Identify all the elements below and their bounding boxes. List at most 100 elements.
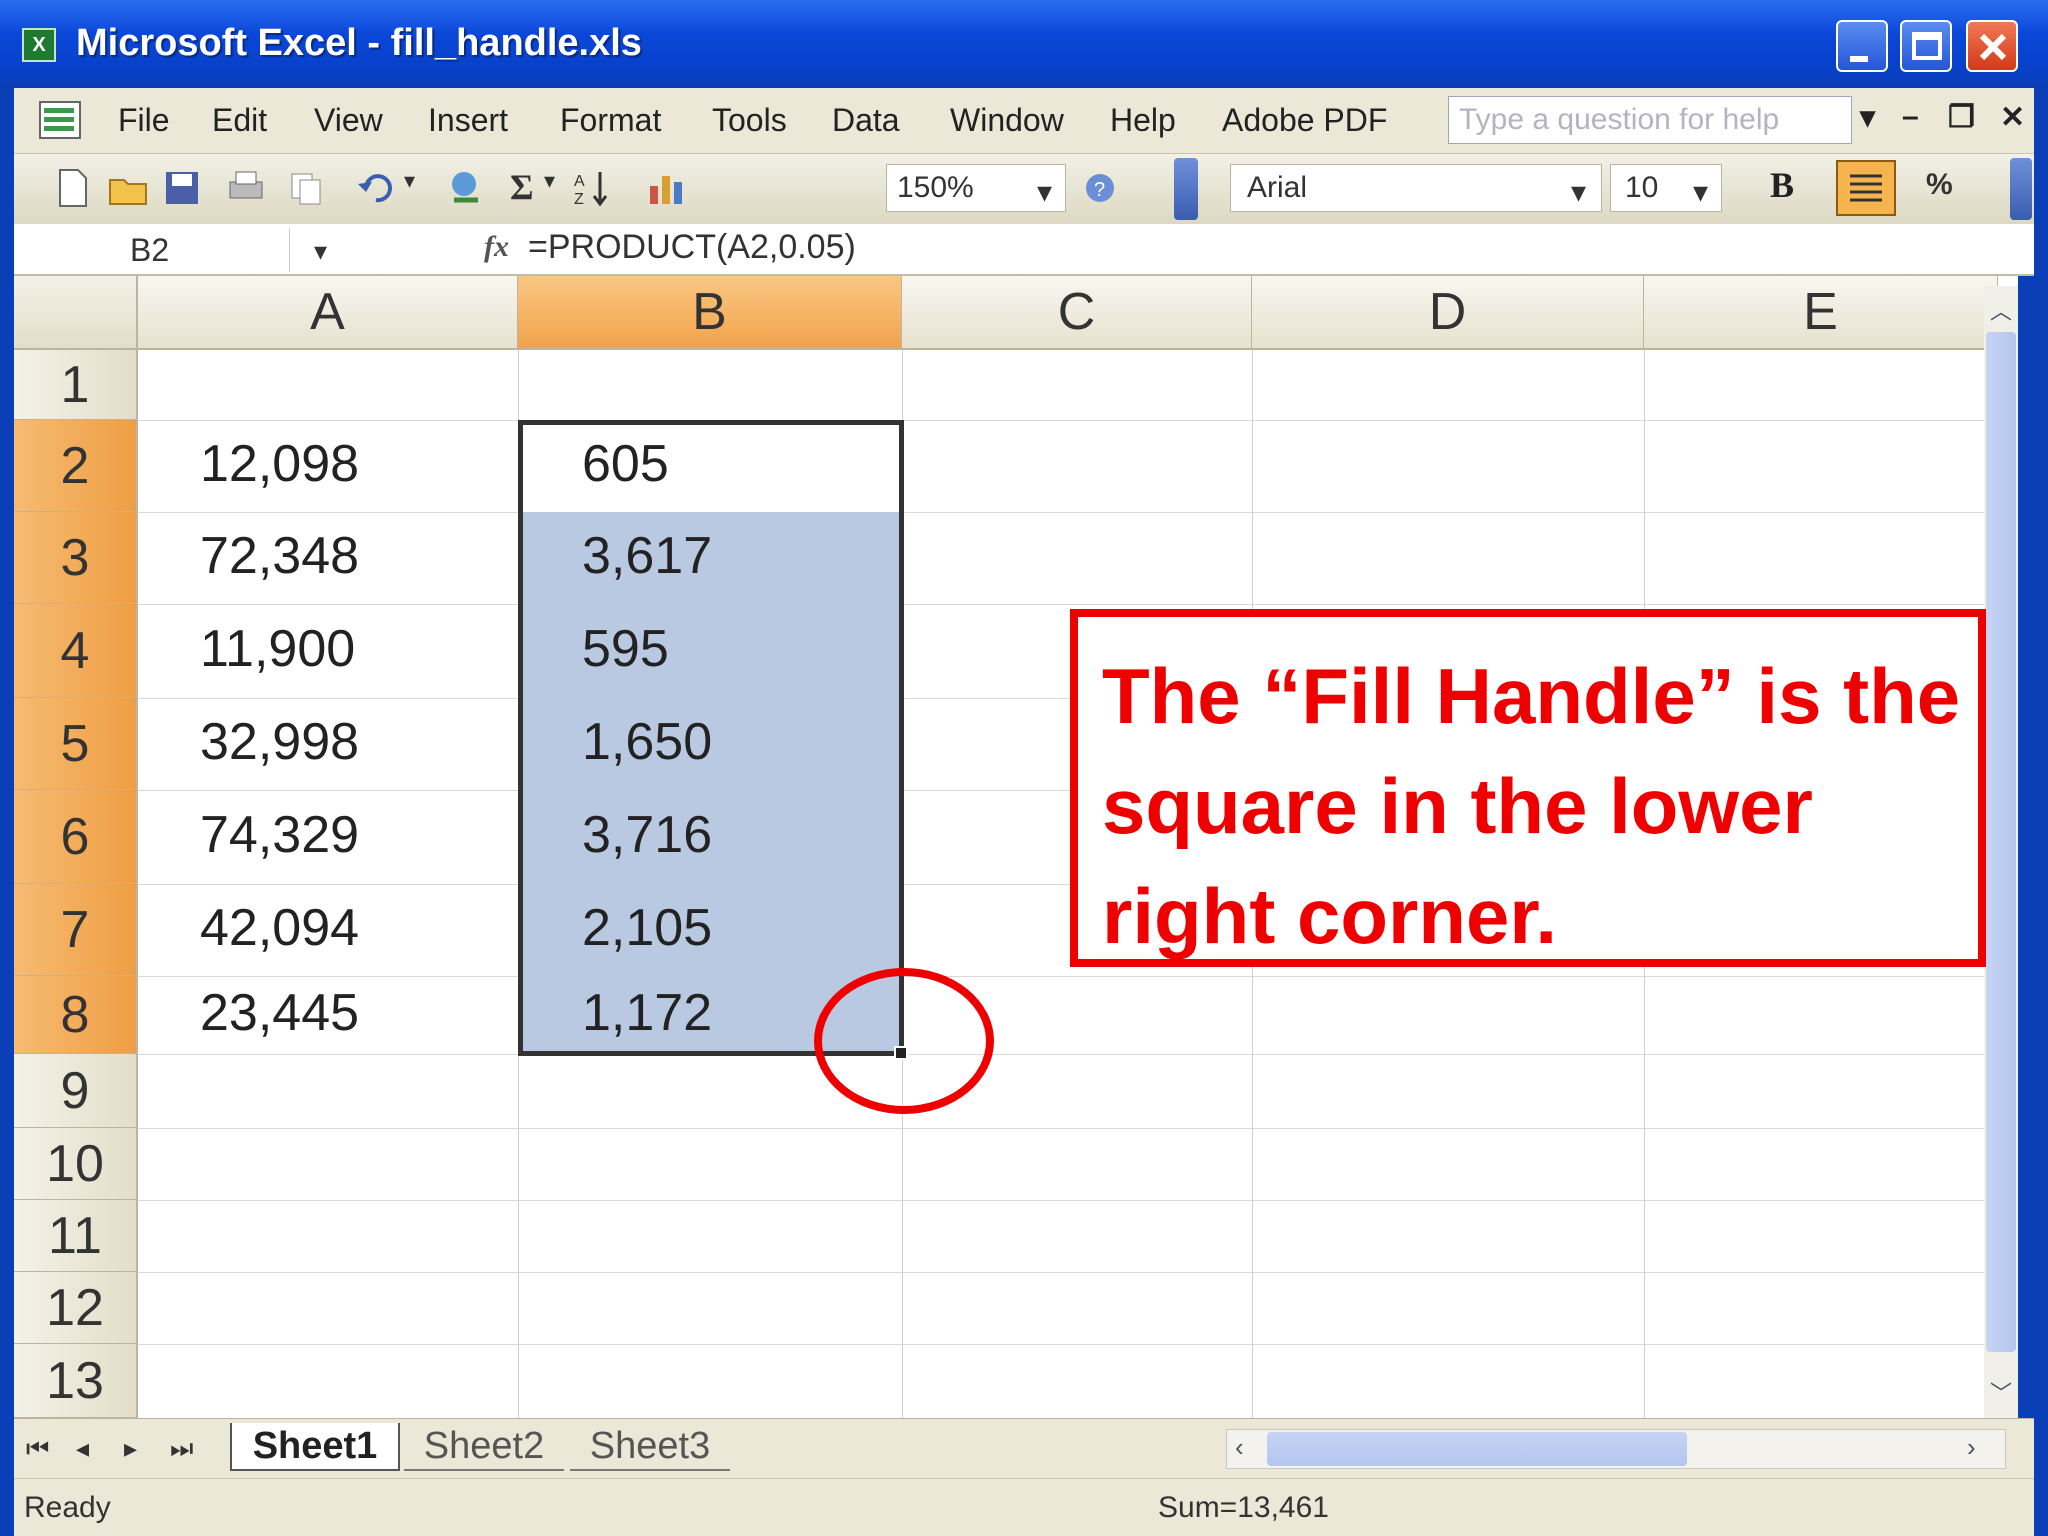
- column-header-c[interactable]: C: [902, 276, 1252, 350]
- zoom-select[interactable]: 150% ▾: [886, 164, 1066, 212]
- row-header-7[interactable]: 7: [14, 884, 138, 976]
- menu-data[interactable]: Data: [832, 102, 900, 139]
- annotation-circle: [814, 968, 994, 1114]
- row-header-11[interactable]: 11: [14, 1200, 138, 1272]
- cell-a6[interactable]: 74,329: [200, 805, 359, 865]
- menu-edit[interactable]: Edit: [212, 102, 267, 139]
- print-icon[interactable]: [224, 166, 268, 210]
- sheet-tab-bar: ⏮ ◂ ▸ ⏭ Sheet1 Sheet2 Sheet3 ‹ ›: [14, 1418, 2034, 1478]
- menu-insert[interactable]: Insert: [428, 102, 508, 139]
- svg-text:Z: Z: [574, 191, 584, 208]
- percent-style-button[interactable]: %: [1926, 168, 1953, 202]
- row-gridline: [138, 1344, 1998, 1345]
- undo-icon[interactable]: [354, 166, 398, 210]
- row-header-3[interactable]: 3: [14, 512, 138, 604]
- hyperlink-icon[interactable]: [444, 166, 488, 210]
- scroll-up-icon[interactable]: ︿: [1990, 294, 2012, 326]
- close-button[interactable]: [1966, 20, 2018, 72]
- save-icon[interactable]: [160, 166, 204, 210]
- minimize-icon: [1850, 56, 1868, 62]
- row-header-5[interactable]: 5: [14, 698, 138, 790]
- cell-a8[interactable]: 23,445: [200, 983, 359, 1043]
- autosum-icon[interactable]: Σ: [510, 166, 534, 208]
- row-header-6[interactable]: 6: [14, 790, 138, 884]
- row-header-10[interactable]: 10: [14, 1128, 138, 1200]
- svg-text:A: A: [574, 173, 585, 190]
- next-sheet-icon[interactable]: ▸: [124, 1433, 137, 1464]
- doc-minimize-icon[interactable]: –: [1902, 100, 1919, 134]
- chart-wizard-icon[interactable]: [644, 166, 688, 210]
- open-folder-icon[interactable]: [106, 166, 150, 210]
- cell-a3[interactable]: 72,348: [200, 526, 359, 586]
- menu-file[interactable]: File: [118, 102, 170, 139]
- row-gridline: [138, 1128, 1998, 1129]
- sheet-tab-sheet1[interactable]: Sheet1: [230, 1423, 400, 1471]
- formula-input[interactable]: =PRODUCT(A2,0.05): [528, 228, 856, 267]
- cell-a2[interactable]: 12,098: [200, 434, 359, 494]
- first-sheet-icon[interactable]: ⏮: [26, 1433, 49, 1465]
- column-header-e[interactable]: E: [1644, 276, 1998, 350]
- menu-tools[interactable]: Tools: [712, 102, 787, 139]
- doc-restore-icon[interactable]: ❐: [1948, 100, 1975, 135]
- scroll-right-icon[interactable]: ›: [1967, 1432, 1976, 1463]
- name-box-value: B2: [130, 232, 170, 268]
- font-name-select[interactable]: Arial ▾: [1230, 164, 1602, 212]
- menu-view[interactable]: View: [314, 102, 383, 139]
- align-button[interactable]: [1836, 160, 1896, 216]
- vertical-scrollbar[interactable]: ︿ ﹀: [1984, 286, 2018, 1418]
- chevron-down-icon[interactable]: ▾: [314, 236, 327, 267]
- insert-function-icon[interactable]: fx: [484, 230, 509, 264]
- scroll-down-icon[interactable]: ﹀: [1990, 1376, 2012, 1408]
- row-header-1[interactable]: 1: [14, 350, 138, 420]
- last-sheet-icon[interactable]: ⏭: [170, 1433, 193, 1465]
- row-header-9[interactable]: 9: [14, 1054, 138, 1128]
- toolbar-options-icon[interactable]: [2010, 158, 2032, 220]
- close-icon: [1979, 33, 2007, 61]
- select-all-corner[interactable]: [14, 276, 138, 350]
- copy-icon[interactable]: [284, 166, 328, 210]
- excel-icon: X: [22, 28, 56, 62]
- cell-a5[interactable]: 32,998: [200, 712, 359, 772]
- cell-a7[interactable]: 42,094: [200, 898, 359, 958]
- prev-sheet-icon[interactable]: ◂: [76, 1433, 89, 1464]
- row-header-13[interactable]: 13: [14, 1344, 138, 1418]
- maximize-button[interactable]: [1900, 20, 1952, 72]
- cell-a4[interactable]: 11,900: [200, 619, 355, 679]
- sheet-tab-sheet3[interactable]: Sheet3: [570, 1423, 730, 1471]
- minimize-button[interactable]: [1836, 20, 1888, 72]
- selection-border: [518, 420, 904, 1056]
- menu-help[interactable]: Help: [1110, 102, 1176, 139]
- row-header-12[interactable]: 12: [14, 1272, 138, 1344]
- help-search-box[interactable]: [1448, 96, 1852, 144]
- sort-ascending-icon[interactable]: AZ: [570, 166, 614, 210]
- chevron-down-icon[interactable]: ▾: [1860, 100, 1875, 135]
- row-header-4[interactable]: 4: [14, 604, 138, 698]
- column-header-a[interactable]: A: [138, 276, 518, 350]
- doc-close-icon[interactable]: ✕: [2000, 100, 2025, 135]
- zoom-value: 150%: [897, 171, 974, 204]
- bold-button[interactable]: B: [1770, 164, 1794, 206]
- horizontal-scroll-thumb[interactable]: [1267, 1432, 1687, 1466]
- row-header-2[interactable]: 2: [14, 420, 138, 512]
- horizontal-scrollbar[interactable]: ‹ ›: [1226, 1429, 2006, 1469]
- autosum-dropdown-icon[interactable]: ▾: [544, 168, 555, 194]
- help-icon[interactable]: ?: [1078, 166, 1122, 210]
- vertical-scroll-thumb[interactable]: [1986, 332, 2016, 1352]
- menu-window[interactable]: Window: [950, 102, 1064, 139]
- undo-dropdown-icon[interactable]: ▾: [404, 168, 415, 194]
- column-header-b[interactable]: B: [518, 276, 902, 350]
- status-sum: Sum=13,461: [1158, 1491, 1329, 1524]
- menu-adobe-pdf[interactable]: Adobe PDF: [1222, 102, 1387, 139]
- row-header-8[interactable]: 8: [14, 976, 138, 1054]
- name-box[interactable]: B2 ▾: [14, 228, 327, 272]
- title-bar[interactable]: X Microsoft Excel - fill_handle.xls: [0, 0, 2048, 88]
- column-header-d[interactable]: D: [1252, 276, 1644, 350]
- help-search-input[interactable]: [1449, 97, 1851, 143]
- toolbar-options-icon[interactable]: [1174, 158, 1198, 220]
- font-size-select[interactable]: 10 ▾: [1610, 164, 1722, 212]
- scroll-left-icon[interactable]: ‹: [1235, 1432, 1244, 1463]
- sheet-tab-sheet2[interactable]: Sheet2: [404, 1423, 564, 1471]
- new-document-icon[interactable]: [50, 166, 94, 210]
- status-bar: Ready Sum=13,461: [14, 1478, 2034, 1536]
- menu-format[interactable]: Format: [560, 102, 661, 139]
